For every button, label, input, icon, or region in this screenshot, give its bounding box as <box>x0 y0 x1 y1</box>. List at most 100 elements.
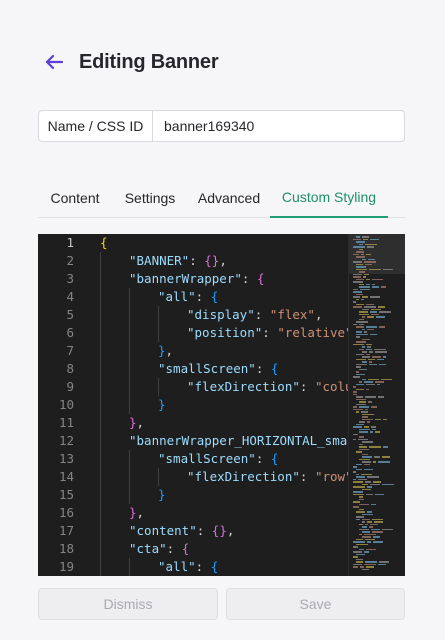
minimap-line <box>371 528 380 530</box>
minimap-line <box>359 323 364 325</box>
minimap-line <box>367 521 372 523</box>
minimap-line <box>375 381 384 383</box>
minimap-line <box>359 368 367 370</box>
code-minimap[interactable] <box>348 234 405 576</box>
minimap-line <box>367 246 374 248</box>
indent-guide <box>100 486 101 504</box>
code-editor[interactable]: 1 2 3 4 5 6 7 8 9 10 11 12 13 14 15 16 17 18 19 {"BANNER":… <box>38 234 405 576</box>
indent-guide <box>129 396 130 414</box>
minimap-line <box>359 348 364 350</box>
minimap-line <box>356 463 362 465</box>
code-token: { <box>210 289 219 304</box>
minimap-line <box>353 546 358 548</box>
minimap-line <box>365 481 371 483</box>
code-token: : <box>255 361 271 376</box>
line-number: 14 <box>58 469 74 484</box>
minimap-line <box>356 241 365 243</box>
tab-settings[interactable]: Settings <box>112 178 188 218</box>
minimap-line <box>368 401 372 403</box>
line-number: 11 <box>58 415 74 430</box>
code-line: "position": "relative" <box>100 324 388 342</box>
minimap-line <box>353 563 362 565</box>
minimap-line <box>353 238 361 240</box>
indent-guide <box>100 324 101 342</box>
code-token: "flexDirection" <box>187 469 300 484</box>
minimap-line <box>359 311 368 313</box>
minimap-line <box>359 406 369 408</box>
back-button[interactable] <box>43 48 65 76</box>
code-token: : <box>299 469 315 484</box>
minimap-line <box>368 258 375 260</box>
minimap-line <box>377 383 380 385</box>
code-token: , <box>226 523 235 538</box>
minimap-line <box>362 316 365 318</box>
minimap-line <box>356 303 364 305</box>
code-token: "all" <box>158 559 196 574</box>
minimap-line <box>353 486 365 488</box>
code-line: }, <box>100 342 388 360</box>
code-area[interactable]: {"BANNER": {}, "bannerWrapper": {"all": {… <box>100 234 388 576</box>
code-token: {} <box>204 253 220 268</box>
code-token: { <box>181 541 190 556</box>
code-line: "all": { <box>100 288 388 306</box>
minimap-line <box>366 548 376 550</box>
minimap-line <box>362 296 368 298</box>
minimap-line <box>362 328 365 330</box>
indent-guide <box>129 342 130 360</box>
minimap-line <box>359 533 362 535</box>
indent-guide <box>100 378 101 396</box>
minimap-line <box>371 406 377 408</box>
name-css-id-label: Name / CSS ID <box>39 111 153 141</box>
minimap-line <box>353 301 356 303</box>
tab-custom-styling[interactable]: Custom Styling <box>270 178 388 218</box>
indent-guide <box>129 288 130 306</box>
tab-content[interactable]: Content <box>38 178 112 218</box>
minimap-line <box>371 503 376 505</box>
minimap-line <box>373 461 376 463</box>
code-line: }, <box>100 414 388 432</box>
indent-guide <box>100 468 101 486</box>
minimap-line <box>356 403 366 405</box>
minimap-line <box>362 378 366 380</box>
indent-guide <box>100 504 101 522</box>
minimap-line <box>353 471 356 473</box>
minimap-line <box>362 488 371 490</box>
code-line: } <box>100 396 388 414</box>
minimap-line <box>366 353 370 355</box>
minimap-line <box>356 321 368 323</box>
indent-guide <box>100 252 101 270</box>
minimap-line <box>353 426 362 428</box>
minimap-line <box>374 521 383 523</box>
minimap-line <box>359 401 366 403</box>
line-number: 12 <box>58 433 74 448</box>
minimap-line <box>353 273 362 275</box>
minimap-line <box>361 473 372 475</box>
minimap-line <box>359 286 370 288</box>
minimap-line <box>360 288 370 290</box>
name-css-id-input[interactable] <box>153 111 404 141</box>
minimap-line <box>353 493 364 495</box>
minimap-line <box>372 283 375 285</box>
minimap-line <box>359 283 364 285</box>
line-number: 9 <box>66 379 74 394</box>
indent-guide <box>100 540 101 558</box>
minimap-line <box>367 316 374 318</box>
minimap-line <box>353 343 364 345</box>
save-button[interactable]: Save <box>226 588 405 620</box>
tab-advanced[interactable]: Advanced <box>188 178 270 218</box>
dismiss-button[interactable]: Dismiss <box>38 588 218 620</box>
minimap-line <box>356 251 364 253</box>
minimap-line <box>353 408 363 410</box>
minimap-line <box>361 253 364 255</box>
minimap-line <box>366 283 370 285</box>
page-title: Editing Banner <box>79 50 219 73</box>
minimap-line <box>364 331 367 333</box>
minimap-line <box>353 491 363 493</box>
code-token: {} <box>211 523 227 538</box>
minimap-line <box>359 318 364 320</box>
minimap-line <box>383 268 393 270</box>
minimap-line <box>356 558 363 560</box>
indent-guide <box>158 378 159 396</box>
minimap-line <box>367 511 372 513</box>
minimap-line <box>375 418 381 420</box>
